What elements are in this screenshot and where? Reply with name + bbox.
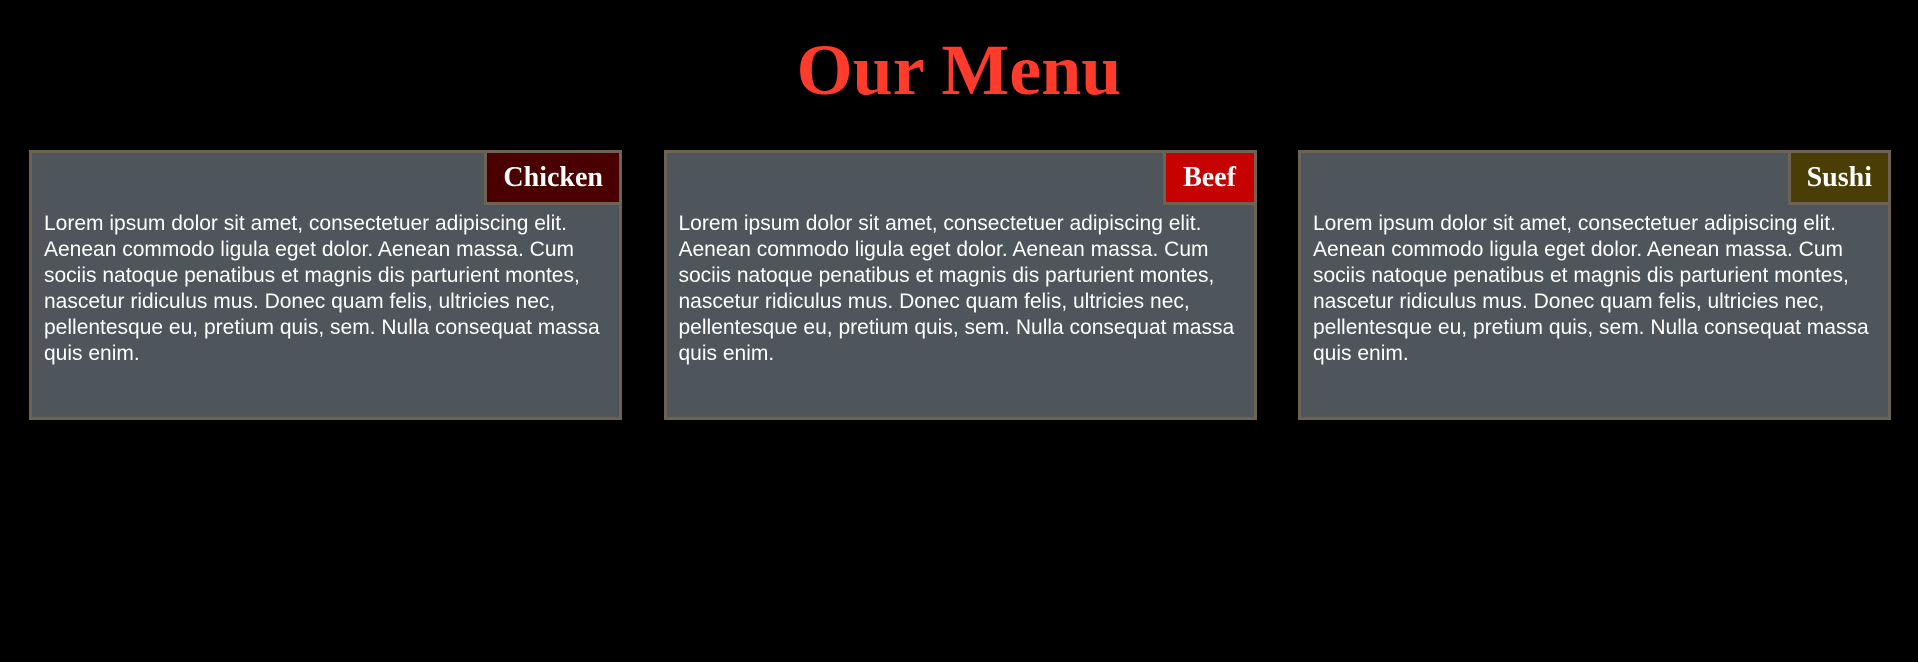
menu-card-label: Chicken xyxy=(484,153,619,205)
menu-card-sushi: Sushi Lorem ipsum dolor sit amet, consec… xyxy=(1298,150,1891,420)
menu-card-description: Lorem ipsum dolor sit amet, consectetuer… xyxy=(678,212,1235,365)
menu-card-beef: Beef Lorem ipsum dolor sit amet, consect… xyxy=(663,150,1257,420)
menu-list: Chicken Lorem ipsum dolor sit amet, cons… xyxy=(29,150,1891,420)
menu-card-label: Beef xyxy=(1162,153,1254,205)
page-title: Our Menu xyxy=(796,30,1122,110)
menu-card-chicken: Chicken Lorem ipsum dolor sit amet, cons… xyxy=(29,150,622,420)
menu-card-description: Lorem ipsum dolor sit amet, consectetuer… xyxy=(44,212,600,365)
menu-card-label: Sushi xyxy=(1787,153,1888,205)
menu-card-description: Lorem ipsum dolor sit amet, consectetuer… xyxy=(1313,212,1869,365)
